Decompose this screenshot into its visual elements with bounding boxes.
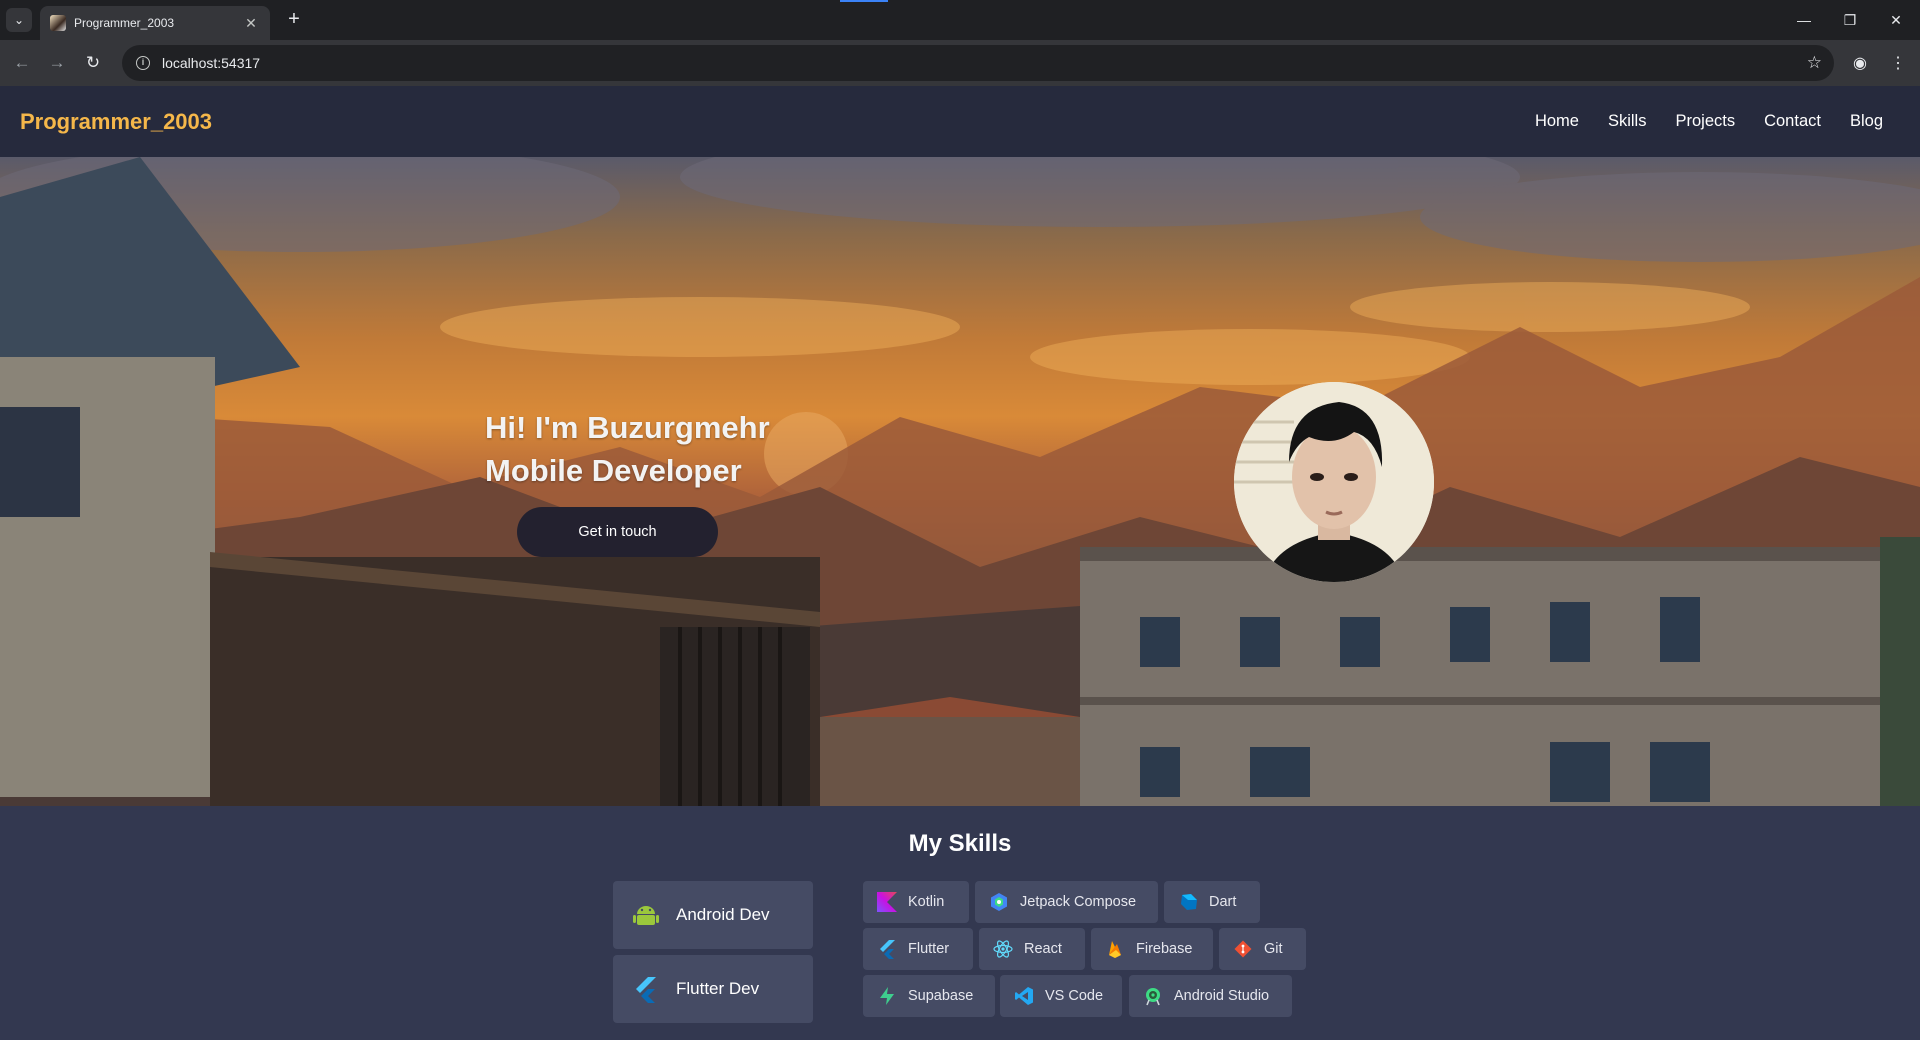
address-bar[interactable]: i localhost:54317 ☆: [122, 45, 1834, 81]
kotlin-icon: [877, 892, 897, 912]
vs-code-icon: [1015, 987, 1033, 1005]
skill-chip-label: Supabase: [908, 988, 974, 1004]
nav-contact[interactable]: Contact: [1764, 112, 1821, 131]
tab-favicon-icon: [50, 15, 66, 31]
new-tab-plus-icon[interactable]: +: [282, 8, 306, 32]
category-label: Android Dev: [676, 905, 770, 924]
nav-skills[interactable]: Skills: [1608, 112, 1647, 131]
skills-title: My Skills: [908, 830, 1012, 857]
category-label: Flutter Dev: [676, 979, 760, 998]
skill-chip-label: Android Studio: [1174, 988, 1270, 1004]
tab-title: Programmer_2003: [74, 16, 175, 30]
category-card-android[interactable]: Android Dev: [613, 881, 813, 949]
skill-chip-firebase[interactable]: Firebase: [1091, 928, 1213, 970]
close-window-icon[interactable]: ✕: [1873, 6, 1919, 34]
skill-chip-label: Flutter: [908, 941, 950, 957]
main-nav: Home Skills Projects Contact Blog: [1535, 112, 1883, 131]
flutter-icon: [880, 940, 895, 959]
loading-indicator: [840, 0, 888, 2]
category-card-flutter[interactable]: Flutter Dev: [613, 955, 813, 1023]
get-in-touch-button[interactable]: Get in touch: [517, 507, 718, 557]
browser-tab[interactable]: Programmer_2003 ✕: [40, 6, 270, 40]
browser-tab-bar: ⌄ Programmer_2003 ✕ + — ❐ ✕: [0, 0, 1920, 40]
flutter-icon: [636, 977, 656, 1003]
nav-projects[interactable]: Projects: [1675, 112, 1735, 131]
skill-chip-label: Jetpack Compose: [1020, 894, 1137, 910]
site-brand-logo[interactable]: Programmer_2003: [20, 109, 212, 135]
back-arrow-icon[interactable]: ←: [8, 49, 36, 77]
skill-chip-label: React: [1024, 941, 1062, 957]
jetpack-compose-icon: [991, 893, 1007, 911]
skills-section: My Skills Android Dev Flutter Dev Kotlin: [0, 806, 1920, 1040]
skill-chip-label: Kotlin: [908, 894, 945, 910]
hero-section: Hi! I'm Buzurgmehr Mobile Developer Get …: [0, 157, 1920, 806]
menu-kebab-icon[interactable]: ⋮: [1885, 50, 1911, 76]
skill-chip-label: Firebase: [1136, 941, 1193, 957]
skill-chip-label: VS Code: [1045, 988, 1104, 1004]
skill-chip-jetpack-compose[interactable]: Jetpack Compose: [975, 881, 1158, 923]
forward-arrow-icon[interactable]: →: [43, 49, 71, 77]
hero-heading: Hi! I'm Buzurgmehr Mobile Developer: [485, 406, 770, 492]
skill-chip-label: Git: [1264, 941, 1283, 957]
tab-search-chevron-icon[interactable]: ⌄: [6, 8, 32, 32]
browser-toolbar: ← → ↻ i localhost:54317 ☆ ◉ ⋮: [0, 40, 1920, 86]
site-info-icon[interactable]: i: [136, 56, 150, 70]
skill-chip-supabase[interactable]: Supabase: [863, 975, 995, 1017]
minimize-icon[interactable]: —: [1781, 6, 1827, 34]
skill-chip-vs-code[interactable]: VS Code: [1000, 975, 1122, 1017]
url-text: localhost:54317: [162, 55, 261, 71]
skill-chip-android-studio[interactable]: Android Studio: [1129, 975, 1292, 1017]
git-icon: [1234, 940, 1252, 958]
android-icon: [633, 906, 659, 925]
react-icon: [993, 940, 1013, 958]
skill-chip-dart[interactable]: Dart: [1164, 881, 1260, 923]
skill-chip-react[interactable]: React: [979, 928, 1085, 970]
avatar: [1234, 382, 1434, 582]
skill-chip-label: Dart: [1209, 894, 1237, 910]
profile-icon[interactable]: ◉: [1847, 50, 1873, 76]
dart-icon: [1181, 894, 1197, 910]
bookmark-star-icon[interactable]: ☆: [1807, 53, 1822, 73]
site-header: Programmer_2003 Home Skills Projects Con…: [0, 86, 1920, 157]
nav-blog[interactable]: Blog: [1850, 112, 1883, 131]
restore-icon[interactable]: ❐: [1827, 6, 1873, 34]
hero-background-illustration: [0, 157, 1920, 806]
hero-role: Mobile Developer: [485, 453, 742, 488]
supabase-icon: [880, 987, 894, 1005]
reload-icon[interactable]: ↻: [79, 49, 107, 77]
nav-home[interactable]: Home: [1535, 112, 1579, 131]
android-studio-icon: [1146, 988, 1160, 1006]
close-tab-icon[interactable]: ✕: [242, 15, 260, 32]
skill-chip-flutter[interactable]: Flutter: [863, 928, 973, 970]
hero-greeting: Hi! I'm Buzurgmehr: [485, 410, 770, 445]
skill-chip-git[interactable]: Git: [1219, 928, 1306, 970]
skill-chip-kotlin[interactable]: Kotlin: [863, 881, 969, 923]
firebase-icon: [1109, 941, 1121, 958]
